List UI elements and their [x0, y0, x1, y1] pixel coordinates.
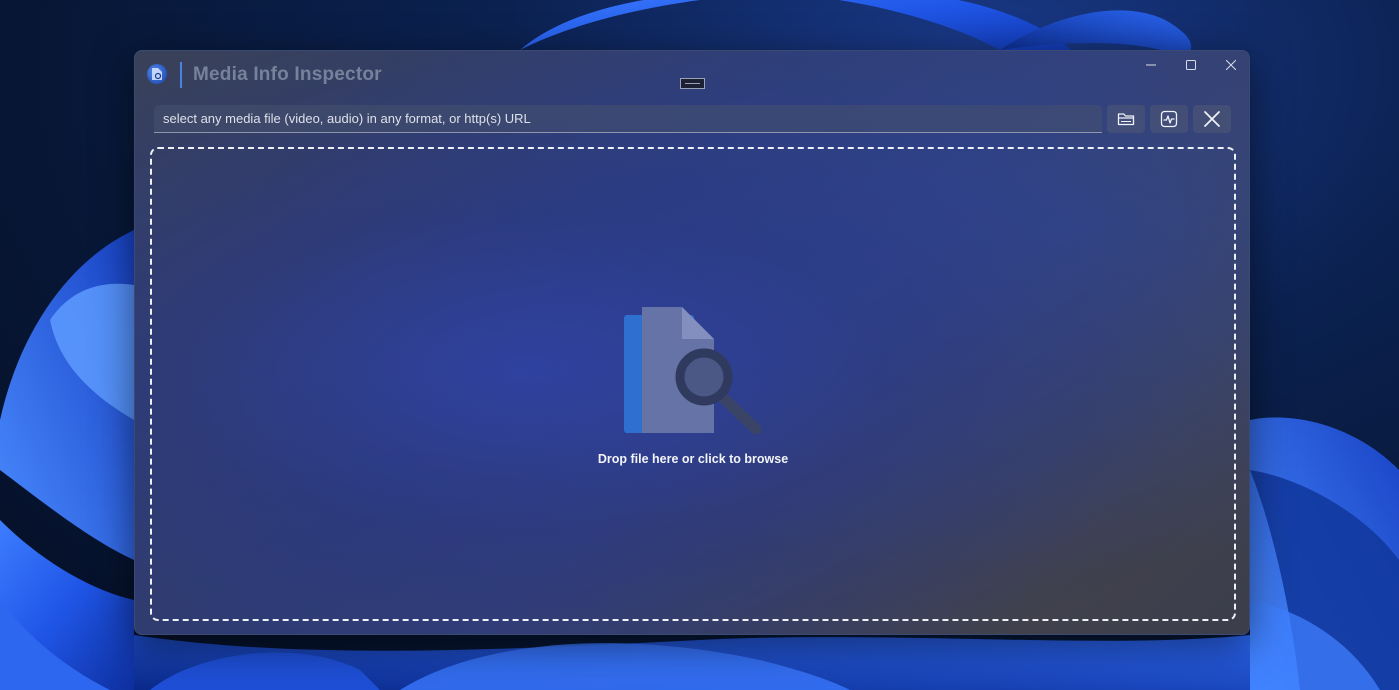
- app-title: Media Info Inspector: [193, 64, 382, 85]
- minimize-button[interactable]: [1131, 51, 1171, 79]
- desktop: Media Info Inspector select any media fi…: [0, 0, 1399, 690]
- waveform-icon: [1160, 110, 1178, 128]
- close-icon: [1226, 60, 1236, 70]
- minimize-icon: [1146, 64, 1156, 66]
- file-search-icon: [624, 307, 762, 435]
- analyze-button[interactable]: [1150, 105, 1188, 133]
- app-logo-icon: [147, 64, 167, 84]
- open-file-button[interactable]: [1107, 105, 1145, 133]
- title-divider: [180, 62, 182, 88]
- drag-handle-icon[interactable]: [680, 78, 705, 89]
- maximize-button[interactable]: [1171, 51, 1211, 79]
- folder-open-icon: [1117, 113, 1135, 126]
- file-dropzone[interactable]: Drop file here or click to browse: [150, 147, 1236, 621]
- title-bar[interactable]: Media Info Inspector: [135, 51, 1249, 99]
- media-path-input[interactable]: [154, 105, 1102, 133]
- dropzone-label: Drop file here or click to browse: [597, 452, 789, 466]
- maximize-icon: [1186, 60, 1196, 70]
- close-icon: [1204, 111, 1220, 127]
- window-close-button[interactable]: [1211, 51, 1249, 79]
- app-window: Media Info Inspector select any media fi…: [134, 50, 1250, 635]
- clear-button[interactable]: [1193, 105, 1231, 133]
